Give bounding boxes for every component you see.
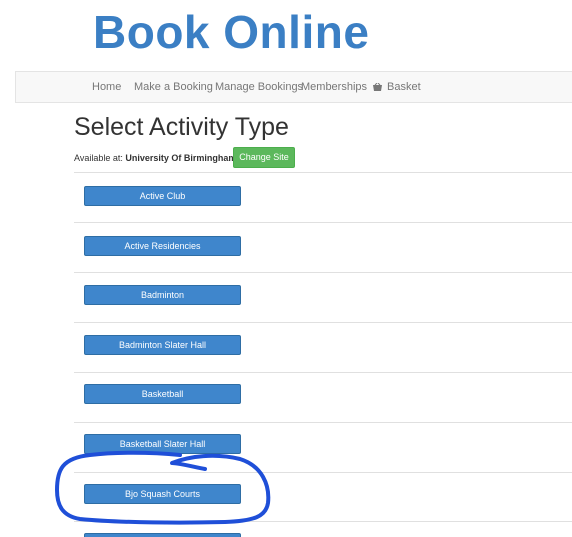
- nav-basket-label: Basket: [387, 81, 421, 93]
- activity-button-badminton[interactable]: Badminton: [84, 285, 241, 305]
- activity-button-bjo-squash-courts[interactable]: Bjo Squash Courts: [84, 484, 241, 504]
- divider: [74, 372, 572, 373]
- activity-button-partial[interactable]: [84, 533, 241, 537]
- site-name: University Of Birmingham: [125, 153, 237, 163]
- activity-button-active-club[interactable]: Active Club: [84, 186, 241, 206]
- nav-memberships[interactable]: Memberships: [301, 72, 367, 102]
- page-title: Book Online: [93, 6, 370, 58]
- navbar: Home Make a Booking Manage Bookings Memb…: [15, 71, 572, 103]
- activity-button-badminton-slater-hall[interactable]: Badminton Slater Hall: [84, 335, 241, 355]
- nav-home[interactable]: Home: [92, 72, 121, 102]
- nav-basket[interactable]: Basket: [373, 72, 421, 102]
- activity-button-active-residencies[interactable]: Active Residencies: [84, 236, 241, 256]
- divider: [74, 172, 572, 173]
- divider: [74, 222, 572, 223]
- nav-make-booking[interactable]: Make a Booking: [134, 72, 213, 102]
- page: Book Online Home Make a Booking Manage B…: [0, 0, 572, 537]
- nav-manage-bookings[interactable]: Manage Bookings: [215, 72, 303, 102]
- basket-icon: [373, 83, 382, 91]
- change-site-button[interactable]: Change Site: [233, 147, 295, 168]
- divider: [74, 422, 572, 423]
- section-heading: Select Activity Type: [74, 113, 289, 141]
- divider: [74, 521, 572, 522]
- available-at-row: Available at: University Of Birmingham: [74, 148, 236, 168]
- available-at-label: Available at:: [74, 153, 123, 163]
- divider: [74, 472, 572, 473]
- divider: [74, 272, 572, 273]
- activity-button-basketball[interactable]: Basketball: [84, 384, 241, 404]
- activity-button-basketball-slater-hall[interactable]: Basketball Slater Hall: [84, 434, 241, 454]
- divider: [74, 322, 572, 323]
